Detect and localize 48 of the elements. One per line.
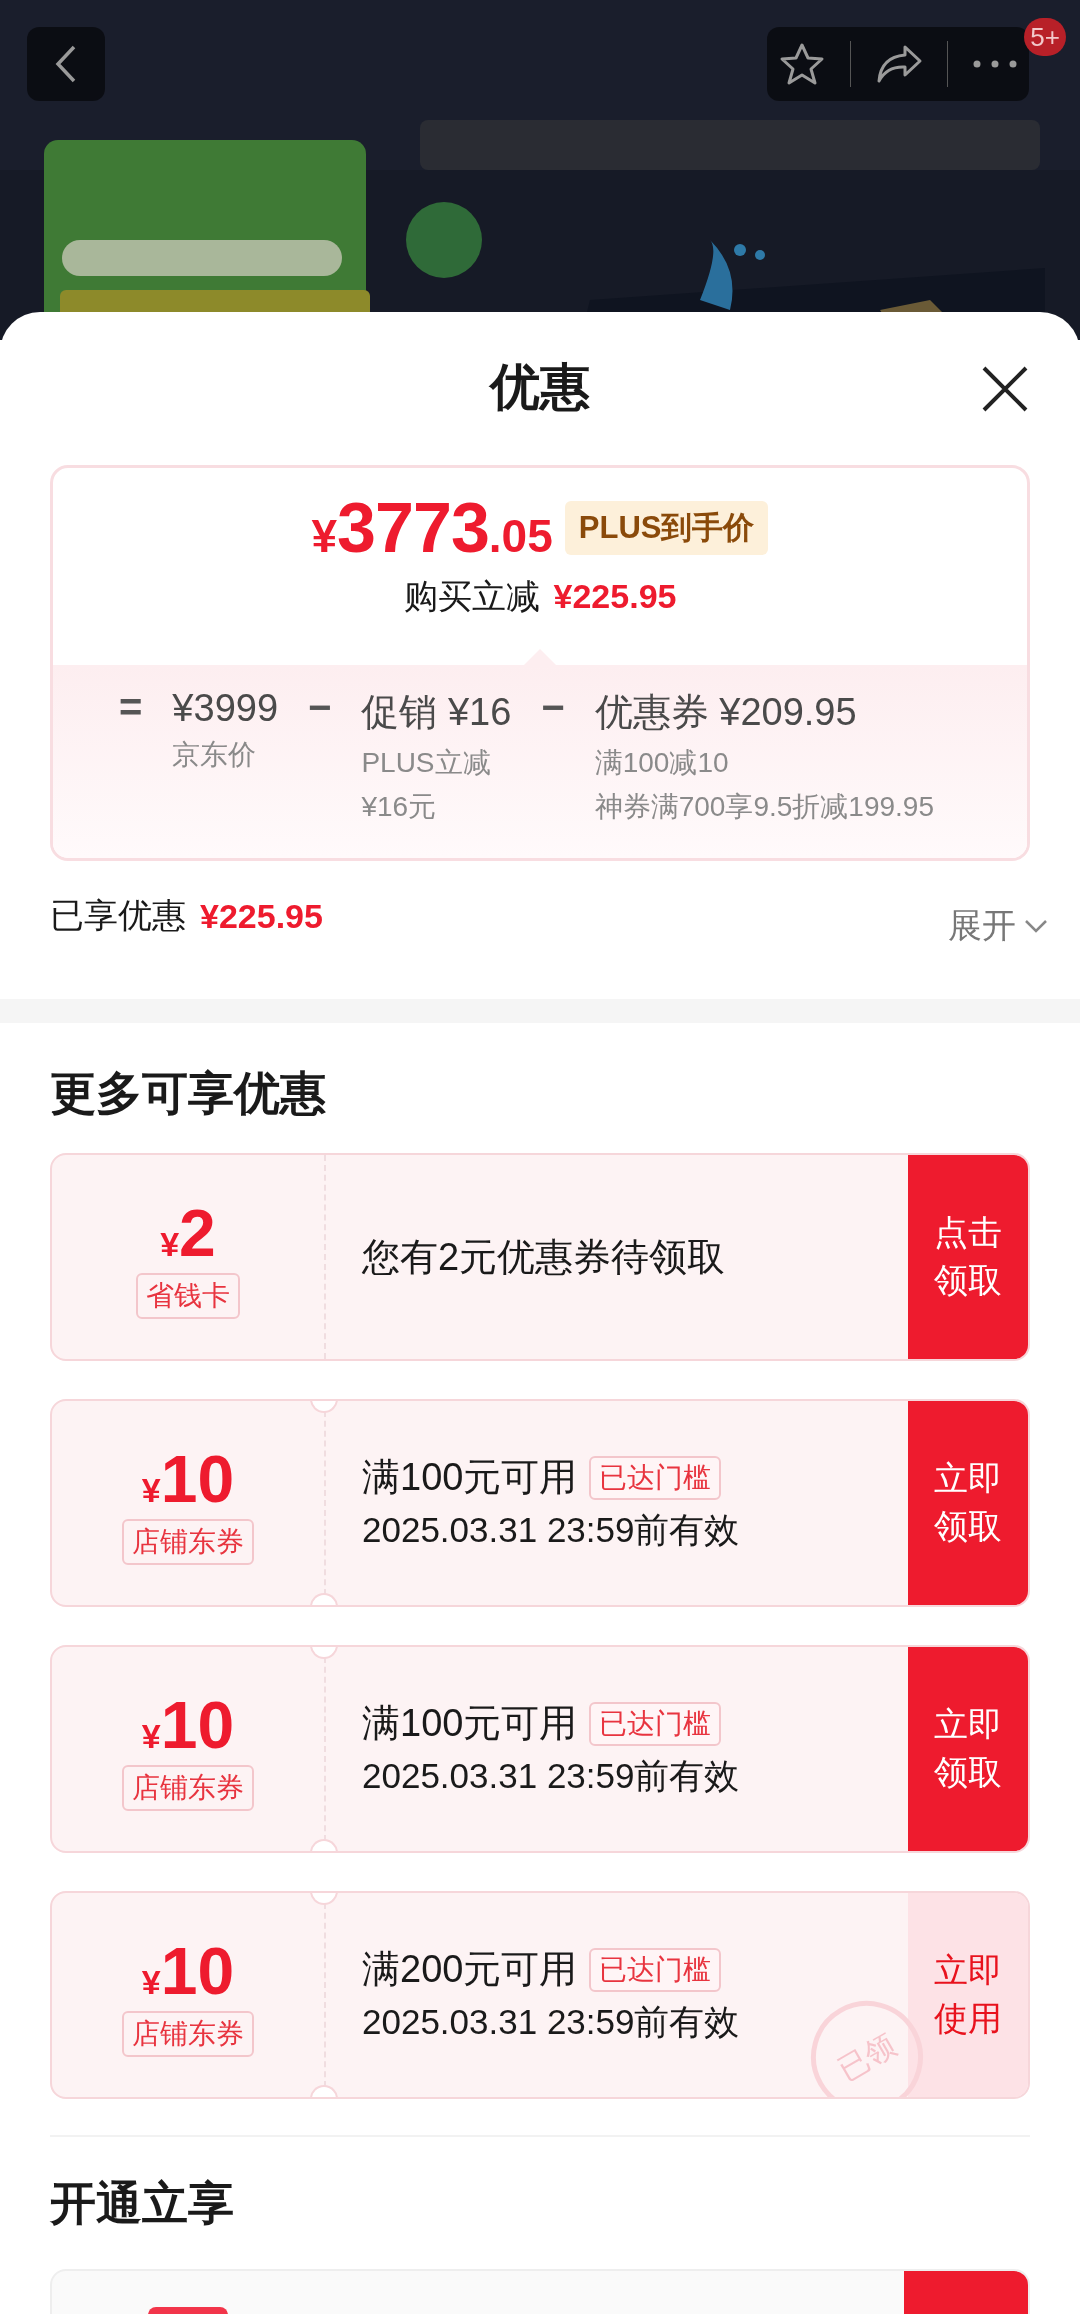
component-note: PLUS立减 (361, 746, 492, 780)
sheet-title: 优惠 (490, 357, 590, 417)
final-price: ¥3773.05 (311, 488, 553, 568)
coupon-amount: ¥10 (141, 1933, 235, 2009)
component-note: 神券满700享9.5折减199.95 (594, 790, 934, 824)
threshold-badge: 已达门槛 (589, 1701, 722, 1746)
coupon-amount: ¥2 (160, 1195, 216, 1271)
reduction-amount: ¥225.95 (553, 577, 677, 616)
price-component: 优惠券 ¥209.95 (594, 690, 858, 735)
coupon-condition: 满100元可用 (362, 1455, 578, 1500)
claim-button[interactable]: 立即领取 (908, 1647, 1028, 1851)
coupon-type: 店铺东券 (122, 1765, 254, 1811)
back-button[interactable] (27, 27, 105, 101)
reduction-label: 购买立减 (403, 576, 540, 617)
chevron-icon (1024, 919, 1048, 933)
section-title: 开通立享 (49, 2176, 235, 2231)
section-title: 更多可享优惠 (49, 1066, 327, 1117)
coupon-validity: 2025.03.31 23:59前有效 (362, 1509, 741, 1551)
coupon-message: 您有2元优惠券待领取 (362, 1234, 727, 1280)
operator-sign: = (119, 685, 143, 731)
coupon-validity: 2025.03.31 23:59前有效 (362, 1755, 741, 1797)
coupon-type: 店铺东券 (122, 1519, 254, 1565)
more-icon[interactable] (972, 60, 1017, 68)
price-tag: PLUS到手价 (564, 501, 769, 555)
back-icon (54, 44, 78, 84)
coupon-condition: 满200元可用 (362, 1947, 578, 1992)
use-button[interactable]: 立即使用 (908, 1893, 1028, 2097)
component-note: 满100减10 (594, 746, 730, 780)
star-icon[interactable] (779, 42, 826, 86)
price-component: 促销 ¥16 (361, 690, 512, 735)
operator-sign: − (308, 685, 332, 731)
coupon-validity: 2025.03.31 23:59前有效 (362, 2001, 741, 2043)
coupon-amount: ¥10 (141, 1441, 235, 1517)
coupon-type: 店铺东券 (122, 2011, 254, 2057)
operator-sign: − (541, 685, 565, 731)
coupon-amount: ¥10 (141, 1687, 235, 1763)
threshold-badge: 已达门槛 (589, 1455, 722, 1500)
component-note: ¥16元 (361, 790, 438, 824)
component-note: 京东价 (172, 738, 258, 772)
coupon-type: 省钱卡 (136, 1273, 240, 1319)
claim-button[interactable]: 立即领取 (908, 1401, 1028, 1605)
threshold-badge: 已达门槛 (589, 1947, 722, 1992)
claim-button[interactable]: 点击领取 (908, 1155, 1028, 1359)
price-component: ¥3999 (172, 687, 279, 730)
enjoyed-amount: ¥225.95 (200, 896, 323, 936)
coupon-condition: 满100元可用 (362, 1701, 578, 1746)
enjoyed-label: 已享优惠 (50, 895, 186, 936)
expand-button[interactable]: 展开 (948, 903, 1048, 949)
